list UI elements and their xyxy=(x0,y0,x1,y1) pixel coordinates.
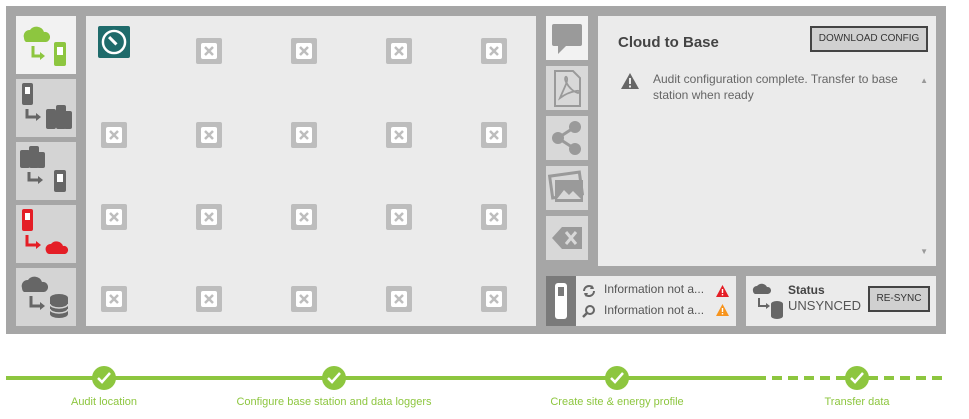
download-config-button[interactable]: DOWNLOAD CONFIG xyxy=(810,26,928,52)
search-icon xyxy=(582,305,595,318)
share-icon xyxy=(552,121,581,155)
step-complete-check[interactable] xyxy=(92,366,116,390)
step-complete-check[interactable] xyxy=(605,366,629,390)
cloud-to-database-icon xyxy=(21,276,69,318)
alert-icon xyxy=(716,285,729,297)
cloud-to-logger-icon xyxy=(23,26,66,66)
logger-to-base-icon xyxy=(22,83,72,129)
step-label[interactable]: Configure base station and data loggers xyxy=(236,396,431,408)
logger-slot-empty[interactable] xyxy=(196,204,222,230)
close-icon xyxy=(106,209,122,225)
status-value: UNSYNCED xyxy=(788,298,861,313)
logger-slot-empty[interactable] xyxy=(291,286,317,312)
logger-slot-empty[interactable] xyxy=(481,122,507,148)
warning-icon xyxy=(716,304,729,316)
scroll-down-arrow[interactable]: ▼ xyxy=(920,247,928,256)
panel-title: Cloud to Base xyxy=(618,34,719,51)
logger-slot-empty[interactable] xyxy=(481,38,507,64)
logger-slot-empty[interactable] xyxy=(386,286,412,312)
logger-slot-empty[interactable] xyxy=(481,204,507,230)
backspace-icon xyxy=(552,227,582,249)
info-line-2: Information not a... xyxy=(604,303,705,317)
logger-info-box: Information not a... Information not a..… xyxy=(546,276,736,326)
status-label: Status xyxy=(788,283,825,297)
comment-tool[interactable] xyxy=(546,16,588,60)
tab-base-to-logger[interactable] xyxy=(16,142,76,200)
image-tool[interactable] xyxy=(546,166,588,210)
tab-logger-to-cloud[interactable] xyxy=(16,205,76,263)
logger-slot-empty[interactable] xyxy=(291,204,317,230)
pdf-tool[interactable] xyxy=(546,66,588,110)
base-to-logger-icon xyxy=(20,146,66,192)
logger-slot-empty[interactable] xyxy=(291,122,317,148)
logger-slot-empty[interactable] xyxy=(386,38,412,64)
speech-bubble-icon xyxy=(552,24,582,54)
message-panel: Cloud to Base DOWNLOAD CONFIG Audit conf… xyxy=(598,16,936,266)
logger-slot-empty[interactable] xyxy=(196,286,222,312)
logger-slot-empty[interactable] xyxy=(291,38,317,64)
step-label[interactable]: Transfer data xyxy=(824,396,889,408)
step-complete-check[interactable] xyxy=(845,366,869,390)
close-icon xyxy=(486,209,502,225)
logger-slot-empty[interactable] xyxy=(481,286,507,312)
logger-grid xyxy=(86,16,536,326)
delete-tool[interactable] xyxy=(546,216,588,260)
logger-slot-empty[interactable] xyxy=(196,38,222,64)
close-icon xyxy=(201,291,217,307)
close-icon xyxy=(486,127,502,143)
close-icon xyxy=(391,291,407,307)
logger-icon xyxy=(555,283,567,319)
step-label[interactable]: Audit location xyxy=(71,396,137,408)
sync-icon xyxy=(583,285,595,297)
logger-to-cloud-icon xyxy=(22,209,69,254)
close-icon xyxy=(106,127,122,143)
check-icon xyxy=(327,372,341,384)
image-icon xyxy=(547,170,585,202)
close-icon xyxy=(296,127,312,143)
tab-logger-to-base[interactable] xyxy=(16,79,76,137)
warning-icon xyxy=(621,73,639,89)
logger-slot-empty[interactable] xyxy=(196,122,222,148)
check-icon xyxy=(610,372,624,384)
close-icon xyxy=(201,209,217,225)
pdf-icon xyxy=(554,70,581,107)
main-frame: Cloud to Base DOWNLOAD CONFIG Audit conf… xyxy=(6,6,946,334)
logger-slot-empty[interactable] xyxy=(386,122,412,148)
sync-status-box: Status UNSYNCED RE-SYNC xyxy=(746,276,936,326)
logger-device xyxy=(546,276,576,326)
share-tool[interactable] xyxy=(546,116,588,160)
tab-cloud-to-database[interactable] xyxy=(16,268,76,326)
logger-slot-empty[interactable] xyxy=(386,204,412,230)
logger-slot-active[interactable] xyxy=(98,26,130,58)
progress-stepper: Audit location Configure base station and… xyxy=(0,360,969,419)
close-icon xyxy=(201,127,217,143)
close-icon xyxy=(391,43,407,59)
close-icon xyxy=(391,127,407,143)
progress-line-solid xyxy=(6,376,756,380)
close-icon xyxy=(296,209,312,225)
close-icon xyxy=(201,43,217,59)
close-icon xyxy=(486,291,502,307)
status-message: Audit configuration complete. Transfer t… xyxy=(653,72,898,102)
step-complete-check[interactable] xyxy=(322,366,346,390)
check-icon xyxy=(850,372,864,384)
close-icon xyxy=(296,291,312,307)
step-label[interactable]: Create site & energy profile xyxy=(550,396,683,408)
close-icon xyxy=(391,209,407,225)
info-line-1: Information not a... xyxy=(604,282,705,296)
scroll-up-arrow[interactable]: ▲ xyxy=(920,76,928,85)
logger-slot-empty[interactable] xyxy=(101,122,127,148)
tab-cloud-to-logger[interactable] xyxy=(16,16,76,74)
check-icon xyxy=(97,372,111,384)
cloud-to-database-icon xyxy=(752,283,783,319)
close-icon xyxy=(106,291,122,307)
close-icon xyxy=(296,43,312,59)
logger-slot-empty[interactable] xyxy=(101,286,127,312)
logger-slot-empty[interactable] xyxy=(101,204,127,230)
gauge-icon xyxy=(101,29,127,55)
close-icon xyxy=(486,43,502,59)
resync-button[interactable]: RE-SYNC xyxy=(868,286,930,312)
